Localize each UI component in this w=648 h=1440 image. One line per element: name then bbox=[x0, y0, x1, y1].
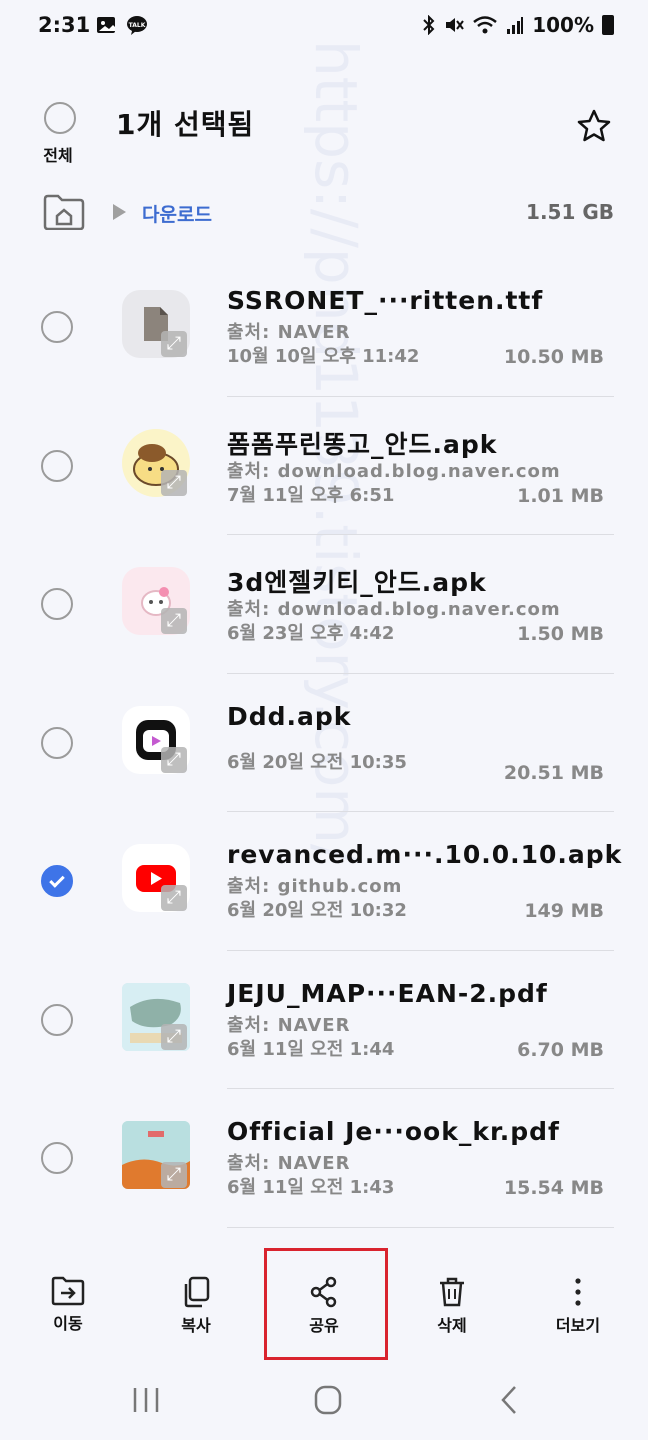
file-name: Ddd.apk bbox=[227, 701, 352, 731]
page-title: 1개 선택됨 bbox=[116, 108, 255, 141]
file-select-radio[interactable] bbox=[41, 726, 73, 759]
gallery-notification-icon bbox=[97, 17, 115, 33]
file-size: 15.54 MB bbox=[503, 1177, 604, 1199]
copy-button[interactable]: 복사 bbox=[156, 1266, 236, 1336]
file-name: SSRONET_···ritten.ttf bbox=[227, 286, 544, 315]
signal-icon bbox=[507, 17, 524, 34]
share-highlight-box bbox=[264, 1248, 388, 1360]
file-name: 3d엔젤키티_안드.apk bbox=[227, 568, 487, 597]
wifi-icon bbox=[473, 16, 497, 34]
file-select-radio[interactable] bbox=[41, 865, 73, 897]
navigation-bar bbox=[0, 1370, 648, 1440]
back-icon[interactable] bbox=[490, 1384, 530, 1416]
breadcrumb-arrow-icon bbox=[113, 204, 126, 220]
file-date: 6월 11일 오전 1:44 bbox=[227, 1038, 395, 1060]
link-badge-icon: ⤢ bbox=[161, 885, 187, 911]
file-date: 10월 10일 오후 11:42 bbox=[227, 346, 420, 367]
file-row[interactable]: ⤢ JEJU_MAP···EAN-2.pdf 출처: NAVER 6월 11일 … bbox=[0, 951, 648, 1089]
file-row[interactable]: ⤢ Ddd.apk 6월 20일 오전 10:35 20.51 MB bbox=[0, 674, 648, 812]
link-badge-icon: ⤢ bbox=[161, 469, 187, 496]
file-date: 7월 11일 오후 6:51 bbox=[227, 484, 395, 506]
move-button[interactable]: 이동 bbox=[28, 1266, 108, 1334]
file-list: ⤢ SSRONET_···ritten.ttf 출처: NAVER 10월 10… bbox=[0, 258, 648, 1228]
file-select-radio[interactable] bbox=[41, 588, 73, 620]
check-icon bbox=[49, 872, 65, 888]
status-time: 2:31 bbox=[38, 13, 91, 37]
more-options-icon bbox=[575, 1278, 581, 1306]
divider bbox=[227, 1226, 614, 1228]
file-row[interactable]: ⤢ revanced.m···.10.0.10.apk 출처: github.c… bbox=[0, 812, 648, 951]
more-label: 더보기 bbox=[555, 1316, 601, 1335]
copy-icon bbox=[184, 1276, 210, 1308]
link-badge-icon: ⤢ bbox=[161, 1162, 187, 1188]
battery-icon bbox=[602, 15, 614, 35]
link-badge-icon: ⤢ bbox=[161, 331, 187, 357]
status-bar: 2:31 TALK 100% bbox=[0, 0, 648, 54]
file-size: 1.01 MB bbox=[517, 484, 604, 507]
move-folder-icon bbox=[51, 1276, 85, 1306]
file-source: 출처: NAVER bbox=[227, 1153, 351, 1174]
file-row[interactable]: ⤢ 폼폼푸린똥고_안드.apk 출처: download.blog.naver.… bbox=[0, 397, 648, 535]
file-name: revanced.m···.10.0.10.apk bbox=[227, 840, 623, 869]
mute-icon bbox=[446, 18, 465, 32]
link-badge-icon: ⤢ bbox=[161, 746, 187, 773]
file-source: 출처: download.blog.naver.com bbox=[227, 599, 561, 620]
file-select-radio[interactable] bbox=[41, 1003, 73, 1036]
file-select-radio[interactable] bbox=[41, 449, 73, 482]
select-all-radio[interactable] bbox=[44, 102, 76, 134]
link-badge-icon: ⤢ bbox=[161, 608, 187, 634]
file-name: Official Je···ook_kr.pdf bbox=[227, 1117, 560, 1146]
bluetooth-icon bbox=[423, 15, 435, 35]
file-select-radio[interactable] bbox=[41, 311, 73, 343]
move-label: 이동 bbox=[53, 1314, 83, 1333]
file-select-radio[interactable] bbox=[41, 1142, 73, 1174]
file-source: 출처: NAVER bbox=[227, 1014, 351, 1036]
select-all-label: 전체 bbox=[43, 146, 73, 165]
file-size: 149 MB bbox=[524, 900, 604, 922]
delete-label: 삭제 bbox=[437, 1316, 467, 1335]
file-row[interactable]: ⤢ 3d엔젤키티_안드.apk 출처: download.blog.naver.… bbox=[0, 535, 648, 674]
battery-percent: 100% bbox=[532, 13, 594, 37]
file-date: 6월 20일 오전 10:35 bbox=[227, 751, 407, 773]
file-name: 폼폼푸린똥고_안드.apk bbox=[227, 429, 498, 459]
file-source: 출처: download.blog.naver.com bbox=[227, 460, 561, 482]
kakaotalk-notification-icon: TALK bbox=[127, 16, 147, 35]
trash-icon bbox=[440, 1277, 464, 1307]
select-all-checkbox[interactable]: 전체 bbox=[38, 102, 78, 166]
file-source: 출처: github.com bbox=[227, 876, 403, 897]
file-size: 20.51 MB bbox=[503, 761, 604, 784]
file-row[interactable]: ⤢ Official Je···ook_kr.pdf 출처: NAVER 6월 … bbox=[0, 1089, 648, 1228]
file-date: 6월 11일 오전 1:43 bbox=[227, 1177, 395, 1198]
file-date: 6월 23일 오후 4:42 bbox=[227, 623, 395, 644]
home-icon[interactable] bbox=[308, 1384, 348, 1416]
svg-text:TALK: TALK bbox=[129, 22, 146, 29]
recent-apps-icon[interactable] bbox=[126, 1384, 166, 1416]
delete-button[interactable]: 삭제 bbox=[412, 1266, 492, 1336]
favorite-star-icon[interactable] bbox=[576, 108, 612, 144]
breadcrumb-download[interactable]: 다운로드 bbox=[142, 200, 212, 227]
folder-size: 1.51 GB bbox=[526, 200, 614, 224]
more-button[interactable]: 더보기 bbox=[538, 1266, 618, 1336]
file-date: 6월 20일 오전 10:32 bbox=[227, 900, 407, 921]
file-size: 6.70 MB bbox=[517, 1038, 604, 1061]
file-size: 1.50 MB bbox=[517, 623, 604, 645]
file-name: JEJU_MAP···EAN-2.pdf bbox=[227, 978, 548, 1008]
link-badge-icon: ⤢ bbox=[161, 1023, 187, 1050]
copy-label: 복사 bbox=[181, 1316, 211, 1335]
file-size: 10.50 MB bbox=[503, 346, 604, 368]
home-folder-icon[interactable] bbox=[43, 194, 85, 230]
file-source: 출처: NAVER bbox=[227, 322, 351, 343]
file-row[interactable]: ⤢ SSRONET_···ritten.ttf 출처: NAVER 10월 10… bbox=[0, 258, 648, 397]
